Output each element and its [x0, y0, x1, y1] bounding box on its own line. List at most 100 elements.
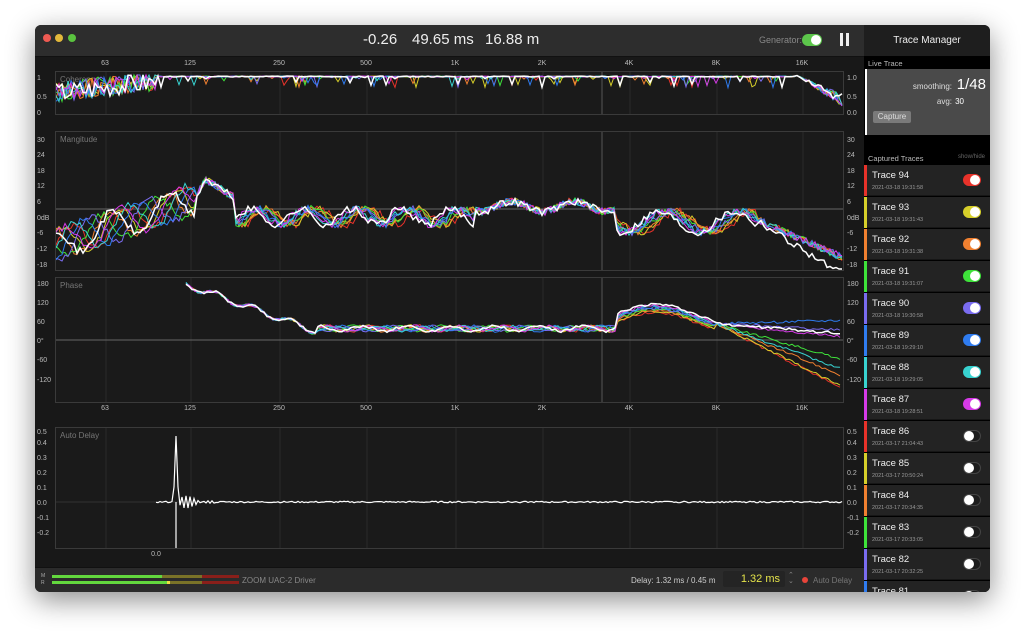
phase-left-y-tick: -120: [37, 377, 52, 384]
trace-color-bar: [864, 453, 867, 484]
delay-stepper[interactable]: ⌃ ⌄: [788, 572, 794, 585]
bottom-freq-tick: 1K: [450, 405, 460, 412]
phase-right-y-tick: -120: [847, 377, 862, 384]
magnitude-right-y-tick: 30: [847, 137, 855, 144]
smoothing-value[interactable]: 1/48: [957, 76, 986, 93]
trace-name: Trace 82: [872, 554, 910, 565]
trace-list-item[interactable]: Trace 92 2021-03-18 19:31:38: [864, 229, 990, 260]
trace-color-bar: [864, 165, 867, 196]
bottom-freq-tick: 4K: [624, 405, 634, 412]
trace-date: 2021-03-18 19:31:43: [872, 217, 924, 223]
delay-right-y-tick: -0.2: [847, 530, 860, 537]
trace-visibility-toggle[interactable]: [963, 430, 981, 442]
trace-list-item[interactable]: Trace 91 2021-03-18 19:31:07: [864, 261, 990, 292]
pause-icon: [840, 33, 843, 46]
capture-button[interactable]: Capture: [873, 111, 911, 123]
top-freq-tick: 63: [101, 60, 109, 67]
trace-name: Trace 94: [872, 170, 910, 181]
trace-visibility-toggle[interactable]: [963, 270, 981, 282]
trace-list-item[interactable]: Trace 81 2021-03-17 16:30:58: [864, 581, 990, 592]
avg-value[interactable]: 30: [955, 97, 964, 106]
trace-list-item[interactable]: Trace 89 2021-03-18 19:29:10: [864, 325, 990, 356]
phase-right-y-tick: 120: [847, 300, 859, 307]
trace-date: 2021-03-17 20:50:24: [872, 473, 924, 479]
trace-name: Trace 86: [872, 426, 910, 437]
trace-manager-sidebar: Live Trace smoothing: 1/48 avg: 30 Captu…: [864, 56, 990, 592]
phase-panel[interactable]: Phase: [55, 277, 844, 403]
trace-color-bar: [864, 485, 867, 516]
trace-list-item[interactable]: Trace 86 2021-03-17 21:04:43: [864, 421, 990, 452]
trace-list-item[interactable]: Trace 93 2021-03-18 19:31:43: [864, 197, 990, 228]
coherence-panel[interactable]: Coherence: [55, 71, 844, 115]
delay-left-y-tick: -0.1: [37, 515, 50, 522]
trace-list-item[interactable]: Trace 90 2021-03-18 19:30:58: [864, 293, 990, 324]
generator-toggle[interactable]: [802, 34, 822, 46]
trace-name: Trace 93: [872, 202, 910, 213]
phase-right-y-tick: 60: [847, 319, 855, 326]
status-bar: M R ZOOM UAC-2 Driver Delay: 1.32 ms / 0…: [35, 567, 864, 592]
delay-left-y-tick: 0.4: [37, 440, 47, 447]
trace-visibility-toggle[interactable]: [963, 398, 981, 410]
plot-canvas: [56, 132, 843, 270]
trace-visibility-toggle[interactable]: [963, 174, 981, 186]
trace-date: 2021-03-18 19:29:05: [872, 377, 924, 383]
trace-list-item[interactable]: Trace 84 2021-03-17 20:34:35: [864, 485, 990, 516]
minimize-button[interactable]: [55, 34, 63, 42]
magnitude-right-y-tick: 18: [847, 168, 855, 175]
trace-name: Trace 88: [872, 362, 910, 373]
magnitude-panel[interactable]: Mangitude: [55, 131, 844, 271]
trace-visibility-toggle[interactable]: [963, 206, 981, 218]
trace-visibility-toggle[interactable]: [963, 302, 981, 314]
coherence-right-y-tick: 1.0: [847, 75, 857, 82]
show-hide-label[interactable]: show/hide: [958, 154, 985, 160]
phase-left-y-tick: 0°: [37, 338, 44, 345]
delay-x-tick: 0.0: [151, 551, 161, 558]
trace-name: Trace 89: [872, 330, 910, 341]
trace-name: Trace 92: [872, 234, 910, 245]
trace-name: Trace 91: [872, 266, 910, 277]
smoothing-label: smoothing:: [912, 82, 952, 91]
level-meter-r: [52, 581, 202, 584]
trace-name: Trace 83: [872, 522, 910, 533]
plot-canvas: [56, 278, 843, 402]
trace-date: 2021-03-17 21:04:43: [872, 441, 924, 447]
trace-visibility-toggle[interactable]: [963, 334, 981, 346]
phase-trace: [185, 282, 841, 368]
trace-list-item[interactable]: Trace 87 2021-03-18 19:28:51: [864, 389, 990, 420]
zoom-button[interactable]: [68, 34, 76, 42]
plot-area: 63 125 250 500 1K 2K 4K 8K 16K Coherence Mangitu…: [35, 57, 864, 567]
delay-input[interactable]: 1.32 ms: [723, 571, 785, 587]
trace-list-item[interactable]: Trace 94 2021-03-18 19:31:58: [864, 165, 990, 196]
trace-list-item[interactable]: Trace 85 2021-03-17 20:50:24: [864, 453, 990, 484]
trace-visibility-toggle[interactable]: [963, 462, 981, 474]
live-trace-card[interactable]: smoothing: 1/48 avg: 30 Capture: [865, 69, 990, 135]
delay-left-y-tick: -0.2: [37, 530, 50, 537]
pause-button[interactable]: [840, 33, 850, 46]
close-button[interactable]: [43, 34, 51, 42]
trace-color-bar: [864, 517, 867, 548]
coherence-trace: [56, 74, 843, 105]
trace-list-item[interactable]: Trace 83 2021-03-17 20:33:05: [864, 517, 990, 548]
trace-visibility-toggle[interactable]: [963, 558, 981, 570]
auto-delay-panel[interactable]: Auto Delay: [55, 427, 844, 549]
coherence-trace: [56, 74, 843, 106]
trace-visibility-toggle[interactable]: [963, 590, 981, 592]
trace-date: 2021-03-18 19:29:10: [872, 345, 924, 351]
delay-left-y-tick: 0.3: [37, 455, 47, 462]
trace-visibility-toggle[interactable]: [963, 238, 981, 250]
trace-color-bar: [864, 421, 867, 452]
trace-visibility-toggle[interactable]: [963, 526, 981, 538]
trace-name: Trace 90: [872, 298, 910, 309]
magnitude-left-y-tick: 12: [37, 183, 45, 190]
trace-visibility-toggle[interactable]: [963, 494, 981, 506]
trace-color-bar: [864, 357, 867, 388]
meter-fill-yellow: [162, 575, 202, 578]
top-freq-tick: 16K: [795, 60, 809, 67]
trace-name: Trace 85: [872, 458, 910, 469]
trace-visibility-toggle[interactable]: [963, 366, 981, 378]
auto-delay-button[interactable]: Auto Delay: [813, 576, 852, 585]
trace-list-item[interactable]: Trace 88 2021-03-18 19:29:05: [864, 357, 990, 388]
top-freq-tick: 8K: [711, 60, 721, 67]
coherence-left-y-tick: 1: [37, 75, 41, 82]
trace-list-item[interactable]: Trace 82 2021-03-17 20:32:25: [864, 549, 990, 580]
